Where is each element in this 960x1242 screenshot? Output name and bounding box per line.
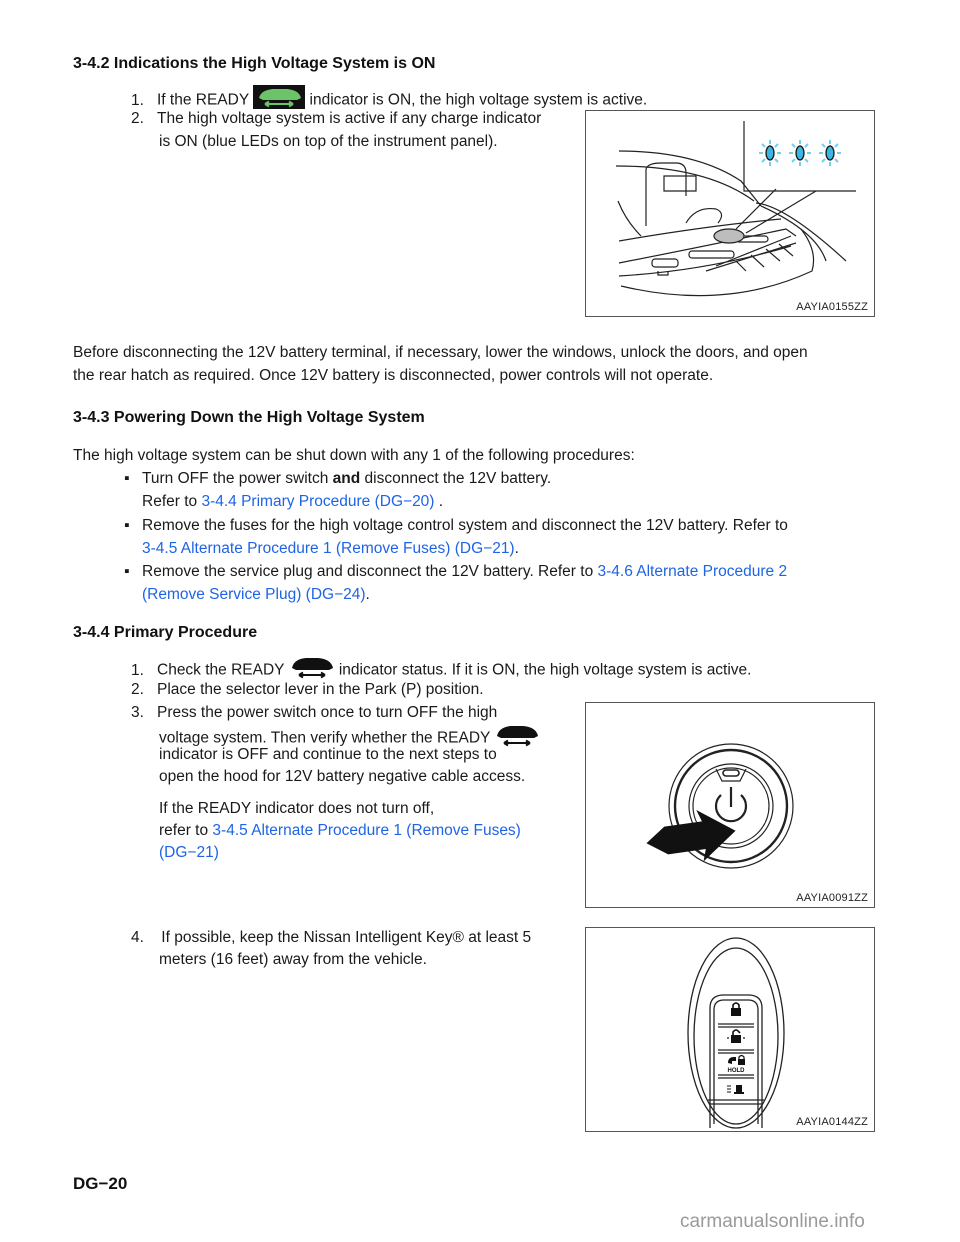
bullet-icon: ▪ [124, 517, 130, 534]
page-id: DG−20 [73, 1174, 128, 1193]
list-number: 4. [131, 929, 144, 946]
figure-code: AAYIA0155ZZ [796, 301, 868, 313]
bullet-item-2-cont: 3-4.5 Alternate Procedure 1 (Remove Fuse… [142, 537, 519, 560]
item-text: refer to [159, 822, 213, 839]
bullet-item-2: ▪ Remove the fuses for the high voltage c… [124, 514, 788, 537]
bullet-icon: ▪ [124, 470, 130, 487]
list-number: 2. [131, 681, 144, 698]
item-text: . [365, 586, 370, 603]
section-heading-3-4-4: 3-4.4 Primary Procedure [73, 624, 258, 641]
ready-car-icon [494, 723, 540, 754]
note-line-2: the rear hatch as required. Once 12V bat… [73, 367, 714, 384]
panic-alarm-icon [727, 1085, 744, 1094]
item-text: . [514, 540, 519, 557]
bullet-item-3: ▪ Remove the service plug and disconnect … [124, 560, 787, 583]
item-text: Press the power switch once to turn OFF … [157, 704, 498, 721]
bullet-item-3-cont: (Remove Service Plug) (DG−24). [142, 583, 370, 606]
list-item-2: 2. The high voltage system is active if a… [131, 107, 541, 130]
step-3-note-3: (DG−21) [159, 841, 219, 864]
item-text: Remove the fuses for the high voltage co… [142, 517, 788, 534]
svg-text:HOLD: HOLD [728, 1068, 746, 1074]
link-alternate-procedure-1[interactable]: 3-4.5 Alternate Procedure 1 (Remove Fuse… [142, 540, 515, 557]
step-2: 2. Place the selector lever in the Park (… [131, 678, 484, 701]
list-number: 2. [131, 110, 144, 127]
press-arrow-icon [646, 810, 736, 862]
step-3-note-1: If the READY indicator does not turn off… [159, 800, 435, 817]
unlock-icon [727, 1029, 745, 1043]
lock-icon [731, 1002, 741, 1016]
charge-led-icons [759, 140, 841, 166]
power-switch-drawing [646, 743, 794, 869]
item-text: Refer to [142, 493, 202, 510]
hatch-hold-icon: HOLD [728, 1054, 746, 1074]
item-text: disconnect the 12V battery. [360, 470, 552, 487]
step-3-line-4: open the hood for 12V battery negative c… [159, 768, 526, 785]
step-4: 4. If possible, keep the Nissan Intellig… [131, 926, 531, 949]
watermark: carmanualsonline.info [680, 1211, 865, 1232]
section-heading-3-4-3: 3-4.3 Powering Down the High Voltage Sys… [73, 409, 425, 426]
link-primary-procedure[interactable]: 3-4.4 Primary Procedure (DG−20) [201, 493, 434, 510]
figure-power-switch: AAYIA0091ZZ [585, 702, 875, 908]
step-3-line-3: indicator is OFF and continue to the nex… [159, 746, 497, 763]
item-text: Turn OFF the power switch [142, 470, 333, 487]
link-alternate-procedure-2-cont[interactable]: (Remove Service Plug) (DG−24) [142, 586, 366, 603]
item-text: The high voltage system is active if any… [157, 110, 542, 127]
list-item-2-cont: is ON (blue LEDs on top of the instrumen… [159, 133, 498, 150]
emphasis-text: and [332, 470, 361, 487]
link-alternate-procedure-2[interactable]: 3-4.6 Alternate Procedure 2 [598, 563, 788, 580]
intelligent-key-drawing: HOLD [687, 937, 785, 1129]
instrument-panel-drawing [615, 121, 856, 297]
step-3-note-2: refer to 3-4.5 Alternate Procedure 1 (Re… [159, 819, 521, 842]
item-text: . [434, 493, 444, 510]
link-alternate-procedure-1[interactable]: 3-4.5 Alternate Procedure 1 (Remove Fuse… [212, 822, 520, 839]
bullet-icon: ▪ [124, 563, 130, 580]
link-alternate-procedure-1-page[interactable]: (DG−21) [159, 844, 219, 861]
item-text: indicator status. If it is ON, the high … [338, 661, 752, 679]
step-4-line-2: meters (16 feet) away from the vehicle. [159, 951, 427, 968]
figure-instrument-panel-leds: AAYIA0155ZZ [585, 110, 875, 317]
item-text: Remove the service plug and disconnect t… [142, 563, 598, 580]
bullet-item-1: ▪ Turn OFF the power switch and disconnec… [124, 467, 551, 490]
step-3: 3. Press the power switch once to turn OF… [131, 701, 497, 724]
item-text: Place the selector lever in the Park (P)… [157, 681, 484, 698]
figure-code: AAYIA0091ZZ [796, 892, 868, 904]
list-number: 3. [131, 704, 144, 721]
section-intro: The high voltage system can be shut down… [73, 447, 635, 464]
note-line-1: Before disconnecting the 12V battery ter… [73, 344, 808, 361]
item-text: If possible, keep the Nissan Intelligent… [157, 929, 532, 946]
bullet-item-1-refer: Refer to 3-4.4 Primary Procedure (DG−20)… [142, 490, 443, 513]
figure-code: AAYIA0144ZZ [796, 1116, 868, 1128]
section-heading-3-4-2: 3-4.2 Indications the High Voltage Syste… [73, 55, 436, 72]
item-text: Check the READY [157, 661, 285, 679]
figure-intelligent-key: HOLD AAYIA0144ZZ [585, 927, 875, 1132]
